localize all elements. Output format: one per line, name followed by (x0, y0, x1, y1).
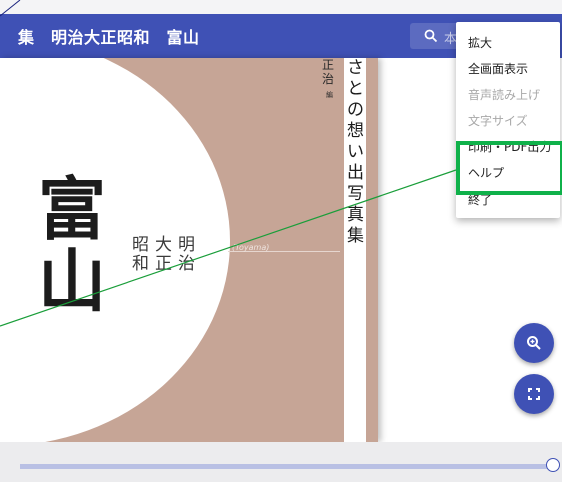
search-icon (424, 29, 438, 43)
cover-era-taisho: 大正 (155, 235, 172, 274)
page-slider-fill (20, 464, 552, 469)
cover-era-showa: 昭和 (132, 235, 149, 274)
zoom-button[interactable] (514, 323, 554, 363)
cover-editor: 正治 (322, 58, 335, 86)
fullscreen-icon (528, 388, 540, 400)
menu-item-fullscreen[interactable]: 全画面表示 (468, 60, 528, 77)
cover-editor-suffix: 編 (326, 91, 333, 99)
cover-main-title: 富山 (38, 170, 107, 322)
menu-item-zoom[interactable]: 拡大 (468, 34, 492, 51)
menu-item-read-aloud: 音声読み上げ (468, 88, 541, 102)
fullscreen-button[interactable] (514, 374, 554, 414)
cover-spine-title: さとの想い出写真集 (347, 58, 364, 246)
cover-romaji: (Toyama) (232, 243, 270, 252)
book-title: 集 明治大正昭和 富山 (18, 28, 200, 47)
menu-item-font-size: 文字サイズ (468, 114, 528, 128)
cover-era-meiji: 明治 (178, 235, 195, 274)
page-slider-area (0, 442, 562, 482)
page-slider-thumb[interactable] (546, 458, 560, 472)
zoom-in-icon (527, 336, 541, 350)
help-highlight-box (456, 141, 562, 195)
book-cover: 富山 明治 大正 昭和 (Toyama) 正治 編 さとの想い出写真集 (0, 58, 378, 442)
